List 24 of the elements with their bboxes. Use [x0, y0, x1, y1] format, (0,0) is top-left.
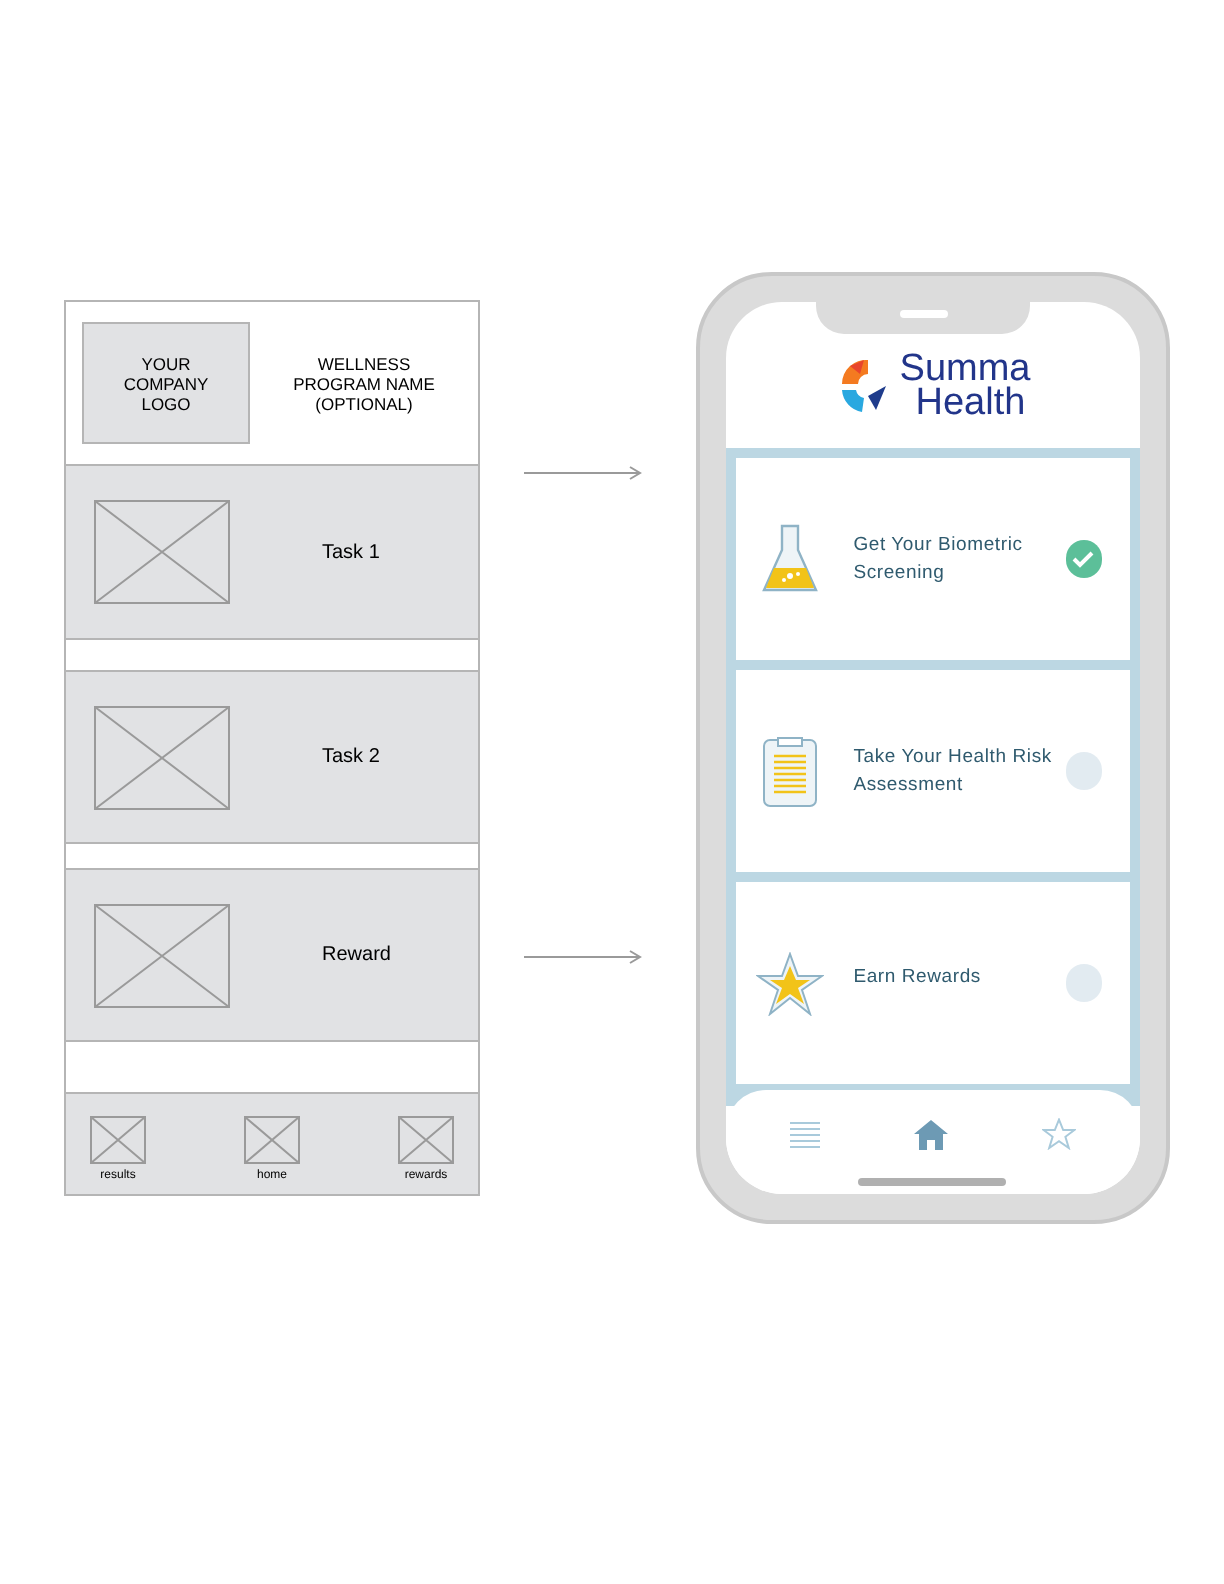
star-icon — [756, 951, 825, 1015]
image-placeholder-icon — [90, 1116, 146, 1164]
logo-wordmark: Health — [915, 385, 1028, 419]
image-placeholder-icon — [94, 903, 230, 1007]
clipboard-icon — [762, 735, 819, 807]
logo-wordmark: Summa — [899, 351, 1031, 385]
program-name: WELLNESS PROGRAM NAME (OPTIONAL) — [291, 353, 437, 413]
row-label: Task 2 — [322, 744, 380, 772]
image-placeholder-icon — [398, 1116, 454, 1164]
row-label: Reward — [322, 942, 391, 970]
row-label: Task 1 — [322, 539, 380, 567]
task-title: Get Your Biometric Screening — [853, 531, 1025, 587]
star-icon[interactable] — [1042, 1118, 1077, 1150]
flask-icon — [760, 521, 821, 597]
logo-placeholder-text: YOUR COMPANY LOGO — [121, 353, 211, 413]
list-icon[interactable] — [789, 1119, 820, 1149]
arrow — [524, 948, 644, 966]
image-placeholder-icon — [244, 1116, 300, 1164]
image-placeholder-icon — [94, 705, 230, 809]
arrow — [524, 464, 644, 482]
task-title: Take Your Health Risk Assessment — [853, 743, 1054, 799]
image-placeholder-icon — [94, 500, 230, 604]
home-icon[interactable] — [913, 1119, 948, 1149]
task-title: Earn Rewards — [853, 963, 983, 991]
